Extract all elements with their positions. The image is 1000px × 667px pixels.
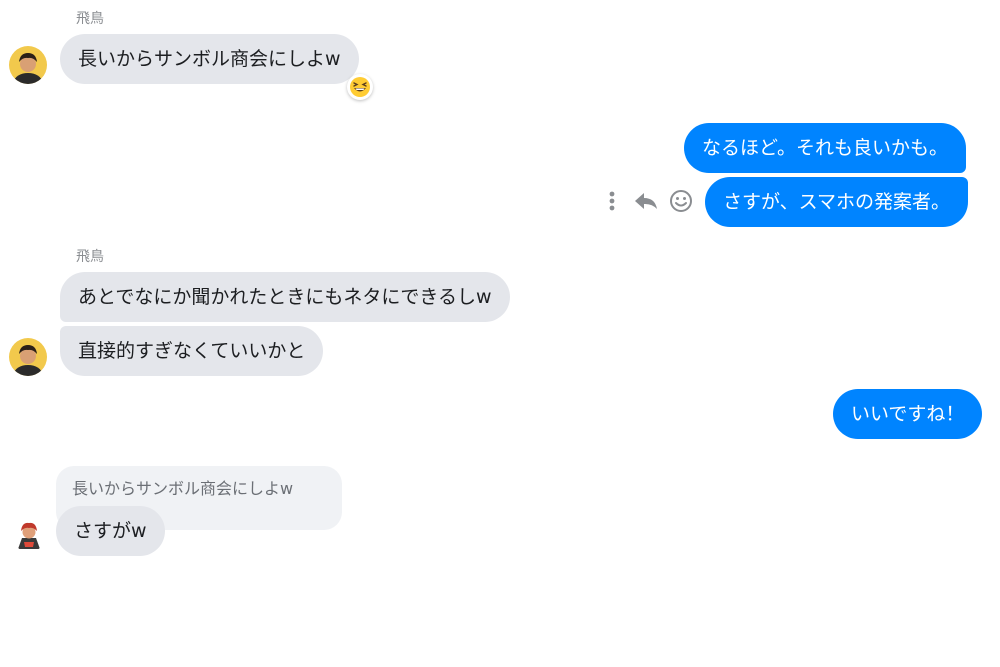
message-bubble[interactable]: 長いからサンボル商会にしよw [60, 34, 359, 84]
sender-name: 飛鳥 [76, 11, 104, 27]
message-bubble[interactable]: さすがw [56, 506, 165, 556]
message-bubble[interactable]: いいですね！ [833, 389, 983, 439]
avatar[interactable] [12, 518, 46, 552]
sender-name: 飛鳥 [76, 249, 104, 265]
grinning-squinting-face-icon[interactable] [347, 74, 373, 100]
avatar[interactable] [9, 338, 47, 376]
message-bubble[interactable]: 直接的すぎなくていいかと [60, 326, 324, 376]
more-options-icon[interactable] [605, 189, 619, 213]
avatar[interactable] [9, 46, 47, 84]
message-bubble[interactable]: さすが、スマホの発案者。 [705, 177, 969, 227]
message-bubble[interactable]: なるほど。それも良いかも。 [684, 123, 967, 173]
reply-icon[interactable] [632, 189, 660, 213]
message-bubble[interactable]: あとでなにか聞かれたときにもネタにできるしw [60, 272, 510, 322]
react-smiley-icon[interactable] [668, 188, 694, 214]
